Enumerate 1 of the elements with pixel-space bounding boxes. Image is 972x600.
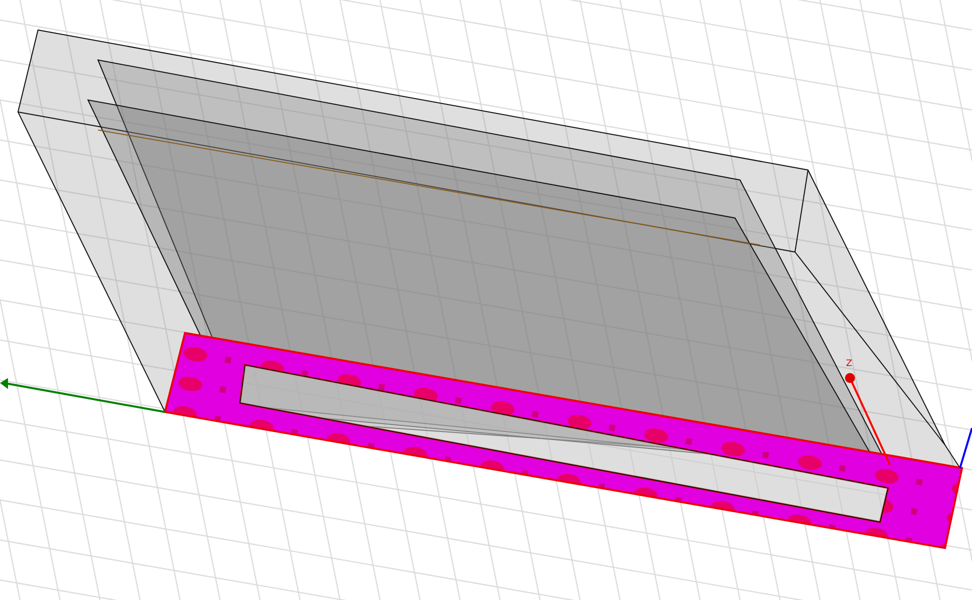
axis-label: Z: [846, 360, 852, 369]
